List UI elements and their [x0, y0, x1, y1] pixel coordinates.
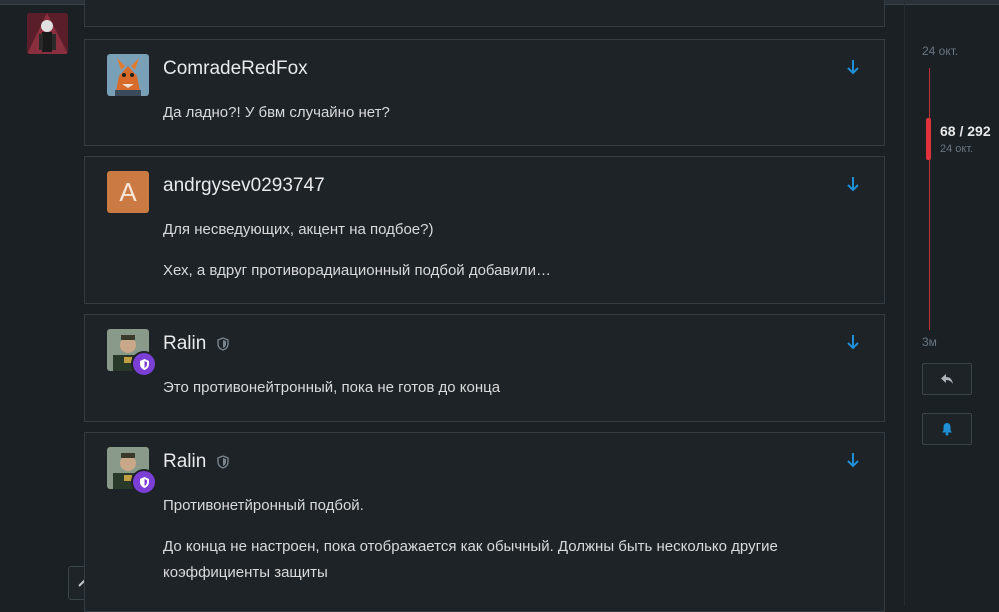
shield-icon	[217, 455, 229, 469]
avatar[interactable]	[107, 54, 149, 96]
post: Ralin Противонетйронный подбой. До конца…	[84, 432, 885, 612]
arrow-down-icon[interactable]	[846, 452, 860, 473]
timeline-track[interactable]	[929, 68, 930, 330]
reply-button[interactable]	[922, 363, 972, 395]
post-body: Это противонейтронный, пока не готов до …	[163, 375, 854, 416]
timeline-position: 68 / 292	[940, 123, 991, 139]
post-body: Для несведующих, акцент на подбое?) Хех,…	[163, 217, 854, 299]
shield-icon	[139, 358, 149, 370]
moderator-badge	[131, 351, 157, 377]
notifications-button[interactable]	[922, 413, 972, 445]
username[interactable]: Ralin	[163, 451, 206, 473]
post-paragraph: Для несведующих, акцент на подбое?)	[163, 221, 434, 238]
content-divider	[904, 0, 905, 606]
shield-icon	[217, 337, 229, 351]
post: Ralin Это противонейтронный, пока не гот…	[84, 314, 885, 422]
post-body: Да ладно?! У бвм случайно нет?	[163, 100, 854, 141]
shield-icon	[139, 476, 149, 488]
timeline-start-date[interactable]: 24 окт.	[922, 44, 958, 58]
post-paragraph: Хех, а вдруг противорадиационный подбой …	[163, 262, 551, 279]
post: ComradeRedFox Да ладно?! У бвм случайно …	[84, 39, 885, 146]
post-paragraph: До конца не настроен, пока отображается …	[163, 538, 778, 581]
post-paragraph: Да ладно?! У бвм случайно нет?	[163, 104, 390, 121]
reply-icon	[941, 374, 953, 384]
arrow-down-icon[interactable]	[846, 334, 860, 355]
post-paragraph: Это противонейтронный, пока не готов до …	[163, 379, 501, 396]
username[interactable]: andrgysev0293747	[163, 175, 325, 197]
previous-post-fragment	[84, 0, 885, 27]
post-body: Противонетйронный подбой. До конца не на…	[163, 493, 854, 601]
post-paragraph: Противонетйронный подбой.	[163, 497, 364, 514]
current-user-avatar[interactable]	[27, 13, 68, 54]
moderator-badge	[131, 469, 157, 495]
bell-icon	[942, 423, 952, 436]
username[interactable]: ComradeRedFox	[163, 58, 308, 80]
arrow-down-icon[interactable]	[846, 176, 860, 197]
arrow-down-icon[interactable]	[846, 59, 860, 80]
post: A andrgysev0293747 Для несведующих, акце…	[84, 156, 885, 304]
username[interactable]: Ralin	[163, 333, 206, 355]
timeline-handle[interactable]	[926, 118, 931, 160]
timeline-position-date: 24 окт.	[940, 143, 974, 155]
avatar[interactable]: A	[107, 171, 149, 213]
timeline-end-label[interactable]: 3м	[922, 335, 937, 349]
